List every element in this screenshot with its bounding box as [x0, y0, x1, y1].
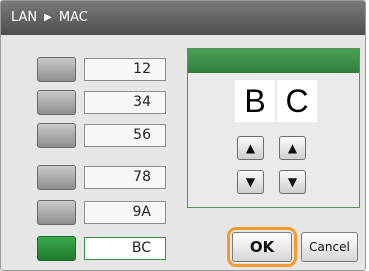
byte-value-2: 34 [84, 91, 166, 114]
byte-select-button-1[interactable] [37, 57, 76, 82]
digit-low-up-button[interactable]: ▲ [279, 136, 306, 160]
digit-low-down-button[interactable]: ▼ [279, 170, 306, 194]
ok-button[interactable]: OK [232, 232, 292, 262]
byte-value-3: 56 [84, 124, 166, 147]
triangle-down-icon: ▼ [245, 175, 256, 189]
title-mac: MAC [58, 10, 88, 25]
cancel-button[interactable]: Cancel [301, 232, 358, 262]
byte-value-6: BC [84, 237, 166, 260]
mac-address-dialog: LAN ▶ MAC 12 34 56 78 9A BC B C ▲ ▲ ▼ ▼ OK… [0, 0, 366, 271]
byte-select-button-3[interactable] [37, 123, 76, 148]
triangle-down-icon: ▼ [287, 175, 298, 189]
triangle-right-icon: ▶ [44, 12, 52, 23]
byte-select-button-6[interactable] [37, 236, 76, 261]
title-lan: LAN [11, 10, 38, 25]
hex-digits: B C [235, 80, 317, 122]
hex-digit-low: C [277, 80, 317, 122]
hex-digit-high: B [235, 80, 275, 122]
digit-high-up-button[interactable]: ▲ [237, 136, 264, 160]
byte-editor-panel: B C ▲ ▲ ▼ ▼ [187, 48, 360, 208]
byte-value-4: 78 [84, 166, 166, 189]
editor-header [188, 49, 359, 73]
byte-select-button-5[interactable] [37, 200, 76, 225]
byte-value-1: 12 [84, 58, 166, 81]
triangle-up-icon: ▲ [287, 141, 298, 155]
byte-select-button-4[interactable] [37, 165, 76, 190]
byte-select-button-2[interactable] [37, 90, 76, 115]
triangle-up-icon: ▲ [245, 141, 256, 155]
digit-high-down-button[interactable]: ▼ [237, 170, 264, 194]
byte-value-5: 9A [84, 201, 166, 224]
title-bar: LAN ▶ MAC [1, 1, 365, 35]
